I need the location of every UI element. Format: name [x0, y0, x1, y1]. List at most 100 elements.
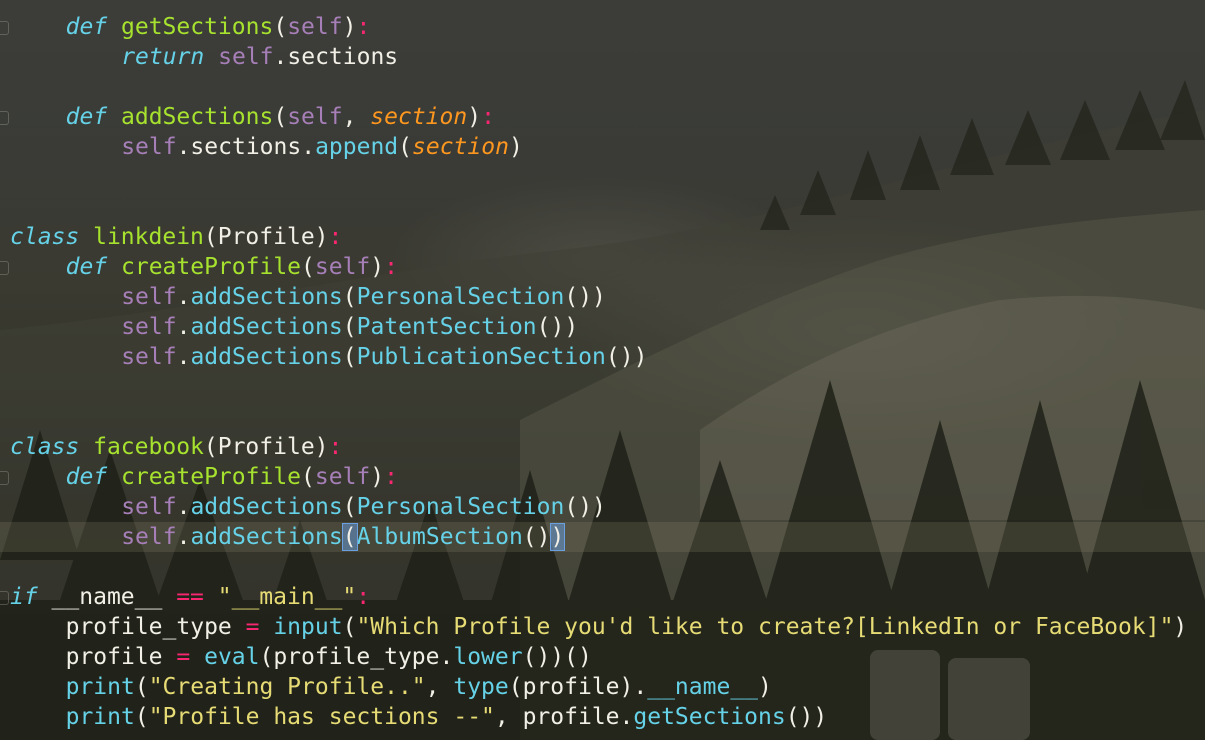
- code-line-content: def getSections(self):: [66, 12, 371, 42]
- code-token: (: [342, 284, 357, 310]
- code-token: addSections: [190, 524, 343, 550]
- code-token: return: [121, 44, 205, 70]
- code-token: type: [453, 674, 509, 700]
- fold-marker-icon[interactable]: [0, 111, 9, 125]
- code-token: self: [218, 44, 274, 70]
- code-token: .: [176, 524, 191, 550]
- code-token: def: [65, 254, 108, 280]
- code-token: :: [384, 464, 398, 490]
- code-line[interactable]: return self.sections: [0, 42, 1205, 72]
- code-token: :: [356, 584, 371, 610]
- code-line-content: return self.sections: [121, 42, 398, 72]
- code-token: input: [273, 614, 343, 640]
- code-line[interactable]: [0, 402, 1205, 432]
- code-token: ()): [605, 344, 648, 370]
- code-line-content: def createProfile(self):: [66, 252, 398, 282]
- code-token: ): [549, 523, 566, 551]
- code-line-content: self.sections.append(section): [121, 132, 523, 162]
- fold-marker-icon[interactable]: [0, 21, 9, 35]
- code-token: addSections: [121, 104, 274, 130]
- code-token: (: [273, 14, 288, 40]
- code-line[interactable]: [0, 72, 1205, 102]
- code-line[interactable]: self.addSections(PersonalSection()): [0, 492, 1205, 522]
- code-token: (: [301, 254, 315, 280]
- code-line[interactable]: print("Creating Profile..", type(profile…: [0, 672, 1205, 702]
- code-token: section: [412, 134, 509, 160]
- code-line-content: class linkdein(Profile):: [10, 222, 342, 252]
- code-line[interactable]: class linkdein(Profile):: [0, 222, 1205, 252]
- code-token: (: [341, 523, 358, 551]
- code-token: facebook: [93, 434, 204, 460]
- fold-marker-icon[interactable]: [0, 471, 9, 485]
- code-token: lower: [453, 644, 523, 670]
- code-line[interactable]: def createProfile(self):: [0, 252, 1205, 282]
- code-token: ())(): [522, 644, 592, 670]
- code-line[interactable]: def createProfile(self):: [0, 462, 1205, 492]
- code-token: .: [176, 344, 191, 370]
- code-token: self: [287, 104, 343, 130]
- code-line-content: def addSections(self, section):: [66, 102, 495, 132]
- code-token: (: [342, 344, 357, 370]
- code-token: (Profile): [203, 224, 329, 250]
- code-token: (: [134, 674, 149, 700]
- code-line[interactable]: self.addSections(PublicationSection()): [0, 342, 1205, 372]
- code-token: getSections: [633, 704, 786, 730]
- code-line[interactable]: def addSections(self, section):: [0, 102, 1205, 132]
- code-token: def: [65, 14, 108, 40]
- code-line[interactable]: [0, 162, 1205, 192]
- code-token: (profile_type.: [259, 644, 454, 670]
- code-token: :: [356, 14, 371, 40]
- code-token: .sections: [273, 44, 399, 70]
- code-token: .: [176, 494, 191, 520]
- fold-marker-icon[interactable]: [0, 261, 9, 275]
- code-line[interactable]: if __name__ == "__main__":: [0, 582, 1205, 612]
- code-token: profile_type: [65, 614, 246, 640]
- code-token: ): [370, 254, 385, 280]
- code-line-content: self.addSections(PatentSection()): [121, 312, 578, 342]
- code-line[interactable]: class facebook(Profile):: [0, 432, 1205, 462]
- code-token: print: [65, 704, 135, 730]
- code-token: PublicationSection: [356, 344, 606, 370]
- code-line-content: self.addSections(PublicationSection()): [121, 342, 647, 372]
- code-token: __name__: [647, 674, 759, 700]
- code-token: (: [342, 614, 357, 640]
- code-token: "Profile has sections --": [148, 704, 495, 730]
- code-line[interactable]: self.addSections(PatentSection()): [0, 312, 1205, 342]
- code-line[interactable]: self.sections.append(section): [0, 132, 1205, 162]
- code-token: ): [342, 14, 357, 40]
- code-line[interactable]: profile_type = input("Which Profile you'…: [0, 612, 1205, 642]
- code-token: (: [134, 704, 149, 730]
- code-line[interactable]: profile = eval(profile_type.lower())(): [0, 642, 1205, 672]
- code-line[interactable]: self.addSections(PersonalSection()): [0, 282, 1205, 312]
- code-line[interactable]: [0, 552, 1205, 582]
- code-line-content: self.addSections(AlbumSection()): [121, 522, 566, 552]
- code-token: print: [65, 674, 135, 700]
- code-line[interactable]: print("Profile has sections --", profile…: [0, 702, 1205, 732]
- code-line[interactable]: def getSections(self):: [0, 12, 1205, 42]
- code-token: eval: [204, 644, 260, 670]
- code-token: profile: [65, 644, 177, 670]
- code-token: ,: [342, 104, 371, 130]
- code-line-content: if __name__ == "__main__":: [10, 582, 370, 612]
- code-line-content: profile = eval(profile_type.lower())(): [66, 642, 592, 672]
- code-token: :: [328, 434, 343, 460]
- code-token: ): [370, 464, 385, 490]
- code-line-current[interactable]: self.addSections(AlbumSection()): [0, 522, 1205, 552]
- code-token: PersonalSection: [356, 284, 565, 310]
- code-line-content: self.addSections(PersonalSection()): [121, 492, 606, 522]
- code-token: :: [481, 104, 495, 130]
- code-line[interactable]: [0, 372, 1205, 402]
- code-line[interactable]: [0, 192, 1205, 222]
- code-editor[interactable]: def getSections(self): return self.sectio…: [0, 0, 1205, 740]
- code-token: createProfile: [121, 254, 302, 280]
- code-token: (profile).: [508, 674, 648, 700]
- code-token: def: [65, 464, 108, 490]
- fold-marker-icon[interactable]: [0, 591, 9, 605]
